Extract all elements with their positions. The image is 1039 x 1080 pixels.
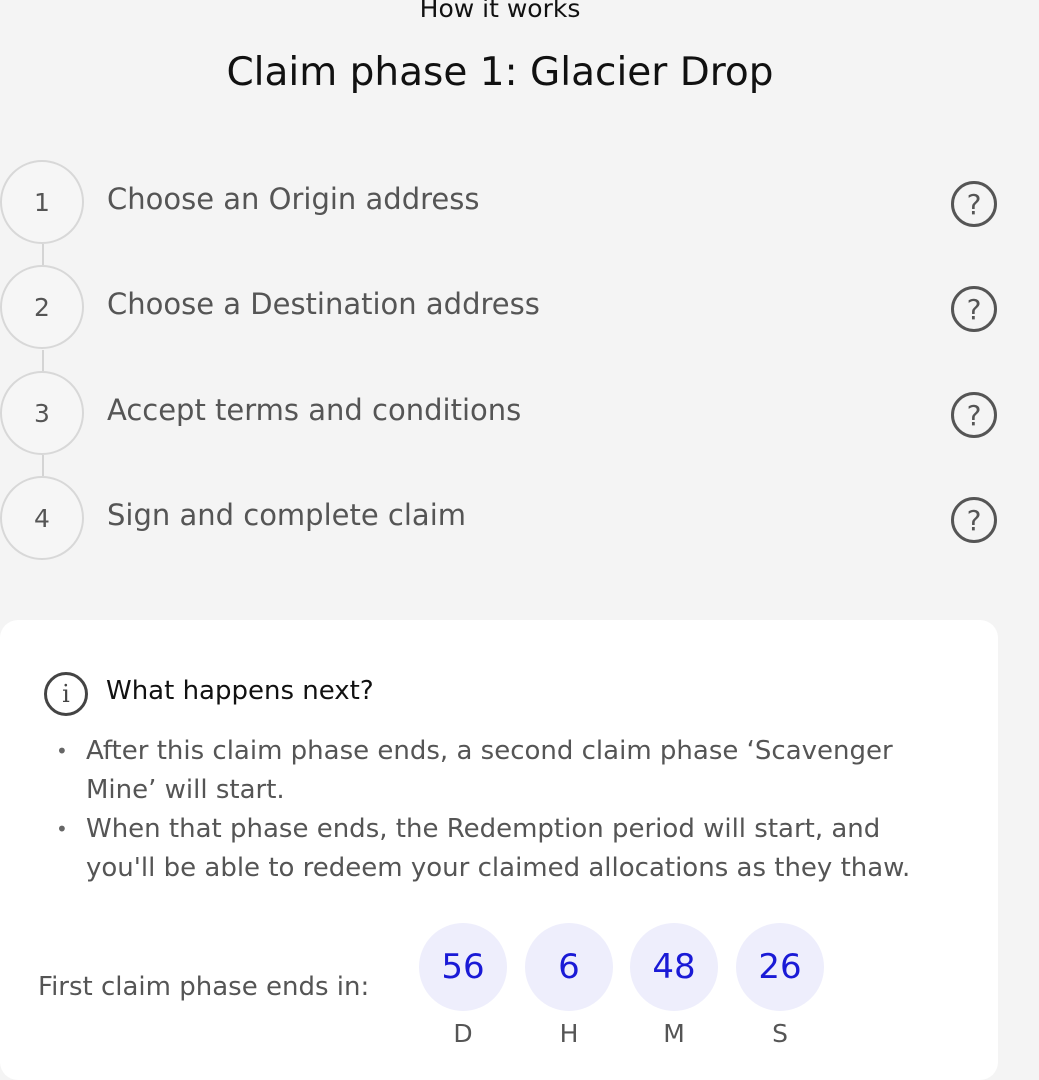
countdown-label: First claim phase ends in: (38, 972, 370, 1002)
countdown-minutes: 48 M (630, 923, 718, 1048)
countdown-seconds: 26 S (736, 923, 824, 1048)
step-connector (42, 455, 44, 476)
step-number-badge: 4 (0, 476, 84, 560)
step-label: Choose a Destination address (107, 287, 540, 321)
countdown-days: 56 D (419, 923, 507, 1048)
countdown-caption: M (663, 1019, 685, 1048)
countdown-value: 56 (419, 923, 507, 1011)
countdown-caption: S (772, 1019, 788, 1048)
next-steps-card: i What happens next? After this claim ph… (0, 620, 998, 1080)
step-1: 1 Choose an Origin address ? (0, 160, 1000, 246)
help-icon[interactable]: ? (951, 392, 997, 438)
step-label: Choose an Origin address (107, 182, 480, 216)
info-bullet-list: After this claim phase ends, a second cl… (56, 732, 956, 888)
countdown-caption: H (559, 1019, 579, 1048)
step-3: 3 Accept terms and conditions ? (0, 371, 1000, 457)
countdown-value: 26 (736, 923, 824, 1011)
countdown-value: 48 (630, 923, 718, 1011)
help-icon[interactable]: ? (951, 286, 997, 332)
step-4: 4 Sign and complete claim ? (0, 476, 1000, 562)
countdown-hours: 6 H (525, 923, 613, 1048)
step-2: 2 Choose a Destination address ? (0, 265, 1000, 351)
countdown-caption: D (453, 1019, 473, 1048)
info-title: What happens next? (106, 676, 374, 706)
step-label: Accept terms and conditions (107, 393, 522, 427)
step-number-badge: 1 (0, 160, 84, 244)
step-connector (42, 244, 44, 265)
list-item: After this claim phase ends, a second cl… (56, 732, 956, 810)
step-number-badge: 3 (0, 371, 84, 455)
step-connector (42, 350, 44, 371)
section-eyebrow: How it works (419, 0, 581, 23)
countdown-value: 6 (525, 923, 613, 1011)
steps-list: 1 Choose an Origin address ? 2 Choose a … (0, 160, 1039, 590)
info-icon: i (44, 672, 88, 716)
step-number-badge: 2 (0, 265, 84, 349)
help-icon[interactable]: ? (951, 181, 997, 227)
page-title: Claim phase 1: Glacier Drop (226, 50, 774, 95)
list-item: When that phase ends, the Redemption per… (56, 810, 956, 888)
step-label: Sign and complete claim (107, 498, 467, 532)
help-icon[interactable]: ? (951, 497, 997, 543)
